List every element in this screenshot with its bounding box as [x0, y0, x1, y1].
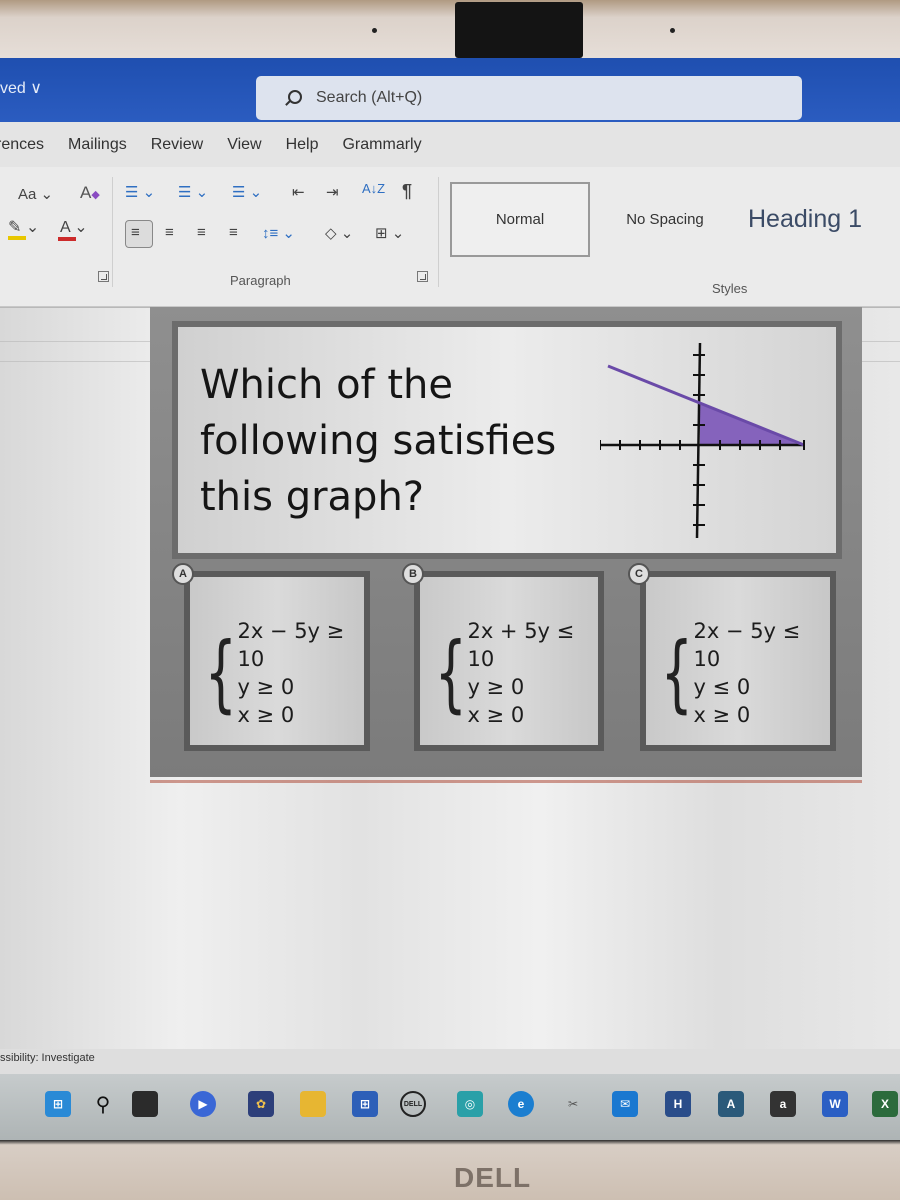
multilevel-list-icon[interactable]: ☰ ⌄ [232, 183, 262, 201]
file-explorer-icon[interactable] [300, 1091, 326, 1117]
question-line-1: Which of the [200, 362, 453, 408]
justify-icon[interactable]: ≡ [229, 224, 238, 241]
y-axis [695, 342, 702, 539]
answer-badge-c: C [628, 563, 650, 585]
search-placeholder: Search (Alt+Q) [316, 89, 423, 106]
align-left-icon: ≡ [131, 224, 140, 241]
dell-app-icon[interactable]: DELL [400, 1091, 426, 1117]
paragraph-dialog-launcher[interactable] [417, 271, 428, 282]
laptop-bezel-bottom: DELL [0, 1140, 900, 1200]
title-bar: ved ∨ Search (Alt+Q) [0, 58, 900, 122]
tab-grammarly[interactable]: Grammarly [342, 136, 421, 154]
answer-card-b[interactable]: B { 2x + 5y ≤ 10 y ≥ 0 x ≥ 0 [402, 563, 604, 751]
brace: { [204, 624, 237, 722]
line-spacing-icon[interactable]: ↕≡ ⌄ [262, 224, 295, 242]
separator [112, 177, 113, 287]
question-image[interactable]: Which of the following satisfies this gr… [150, 307, 862, 783]
app-teal-icon[interactable]: ◎ [457, 1091, 483, 1117]
bezel-sensor [670, 28, 675, 33]
answer-badge-b: B [402, 563, 424, 585]
answer-card-c[interactable]: C { 2x − 5y ≤ 10 y ≤ 0 x ≥ 0 [628, 563, 836, 751]
tab-help[interactable]: Help [286, 136, 319, 154]
change-case-button[interactable]: Aa ⌄ [18, 185, 53, 203]
search-box[interactable]: Search (Alt+Q) [256, 76, 802, 120]
h-app-icon[interactable]: H [665, 1091, 691, 1117]
inequality-system-a: { 2x − 5y ≥ 10 y ≥ 0 x ≥ 0 [204, 617, 364, 729]
question-text: Which of the following satisfies this gr… [200, 357, 600, 525]
tab-references[interactable]: rences [0, 136, 44, 154]
answer-card-a[interactable]: A { 2x − 5y ≥ 10 y ≥ 0 x ≥ 0 [172, 563, 370, 751]
tab-mailings[interactable]: Mailings [68, 136, 127, 154]
excel-icon[interactable]: X [872, 1091, 898, 1117]
brace: { [434, 624, 467, 722]
decrease-indent-icon[interactable]: ⇤ [292, 183, 305, 201]
highlight-color-bar [8, 236, 26, 240]
mail-icon[interactable]: ✉ [612, 1091, 638, 1117]
a-app-icon[interactable]: A [718, 1091, 744, 1117]
inequality-3: x ≥ 0 [467, 703, 525, 727]
highlighter-icon[interactable]: ✎ ⌄ [8, 217, 39, 237]
tab-view[interactable]: View [227, 136, 261, 154]
screen: ved ∨ Search (Alt+Q) rences Mailings Rev… [0, 58, 900, 1140]
search-icon[interactable]: ⚲ [90, 1091, 116, 1117]
question-box: Which of the following satisfies this gr… [172, 321, 842, 559]
ribbon-tabs: rences Mailings Review View Help Grammar… [0, 122, 900, 167]
meet-chat-icon[interactable]: ▶ [190, 1091, 216, 1117]
inequality-2: y ≥ 0 [467, 675, 525, 699]
font-color-icon[interactable]: A ⌄ [60, 217, 88, 237]
dell-logo: DELL [454, 1162, 532, 1193]
bezel-sensor [372, 28, 377, 33]
question-line-3: this graph? [200, 474, 425, 520]
show-formatting-icon[interactable]: ¶ [402, 181, 412, 202]
font-color-label: A [60, 219, 70, 236]
increase-indent-icon[interactable]: ⇥ [326, 183, 339, 201]
inequality-1: 2x − 5y ≥ 10 [237, 619, 345, 671]
inequality-3: x ≥ 0 [237, 703, 295, 727]
status-bar: ssibility: Investigate [0, 1049, 900, 1074]
style-heading-1[interactable]: Heading 1 [740, 182, 870, 257]
sort-icon[interactable]: A↓Z [362, 181, 385, 196]
style-normal[interactable]: Normal [450, 182, 590, 257]
center-icon[interactable]: ≡ [165, 224, 174, 241]
inequality-system-c: { 2x − 5y ≤ 10 y ≤ 0 x ≥ 0 [660, 617, 830, 729]
photos-app-icon[interactable]: ✿ [248, 1091, 274, 1117]
inequality-1: 2x − 5y ≤ 10 [693, 619, 801, 671]
inequality-2: y ≤ 0 [693, 675, 751, 699]
windows-start-icon[interactable]: ⊞ [45, 1091, 71, 1117]
styles-group-label: Styles [712, 281, 748, 296]
clear-formatting-icon[interactable]: A◆ [80, 183, 100, 203]
font-dialog-launcher[interactable] [98, 271, 109, 282]
inequality-2: y ≥ 0 [237, 675, 295, 699]
search-icon [284, 90, 302, 106]
question-line-2: following satisfies [200, 418, 557, 464]
font-color-bar [58, 237, 76, 241]
microsoft-store-icon[interactable]: ⊞ [352, 1091, 378, 1117]
bullets-icon[interactable]: ☰ ⌄ [125, 183, 155, 201]
answer-badge-a: A [172, 563, 194, 585]
numbering-icon[interactable]: ☰ ⌄ [178, 183, 208, 201]
amazon-icon[interactable]: a [770, 1091, 796, 1117]
borders-icon[interactable]: ⊞ ⌄ [375, 224, 404, 242]
taskbar: ⊞ ⚲ ▶ ✿ ⊞ DELL ◎ e ✂ ✉ H A a W X [0, 1074, 900, 1140]
shading-icon[interactable]: ◇ ⌄ [325, 224, 353, 242]
inequality-1: 2x + 5y ≤ 10 [467, 619, 575, 671]
save-status-dropdown[interactable]: ved ∨ [0, 78, 42, 98]
paragraph-group-label: Paragraph [230, 273, 291, 288]
tab-review[interactable]: Review [151, 136, 203, 154]
snipping-tool-icon[interactable]: ✂ [560, 1091, 586, 1117]
laptop-bezel-top [0, 0, 900, 58]
accessibility-status[interactable]: ssibility: Investigate [0, 1052, 95, 1064]
inequality-3: x ≥ 0 [693, 703, 751, 727]
separator [438, 177, 439, 287]
brace: { [660, 624, 693, 722]
webcam-cover [455, 2, 583, 58]
ribbon: Aa ⌄ A◆ ✎ ⌄ A ⌄ ☰ ⌄ ☰ ⌄ ☰ ⌄ ⇤ ⇥ A↓Z ¶ ≡ … [0, 167, 900, 307]
word-icon[interactable]: W [822, 1091, 848, 1117]
style-no-spacing[interactable]: No Spacing [610, 182, 720, 257]
align-right-icon[interactable]: ≡ [197, 224, 206, 241]
inequality-system-b: { 2x + 5y ≤ 10 y ≥ 0 x ≥ 0 [434, 617, 598, 729]
inequality-graph [600, 342, 805, 539]
edge-icon[interactable]: e [508, 1091, 534, 1117]
task-view-icon[interactable] [132, 1091, 158, 1117]
